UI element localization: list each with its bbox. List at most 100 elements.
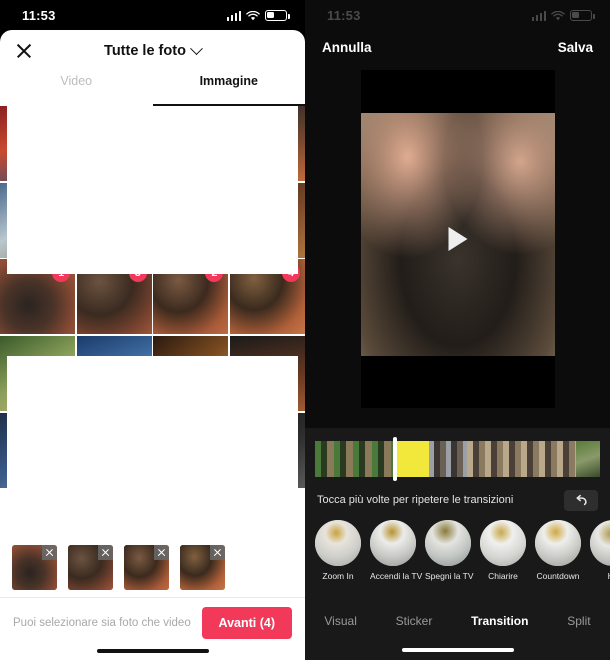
timeline-clip-selected[interactable] [393,441,429,477]
photo-cell-selected[interactable]: 4 [229,259,305,335]
photo-thumbnail [0,412,76,488]
tab-immagine[interactable]: Immagine [152,72,306,106]
photo-cell[interactable] [0,412,76,488]
picker-footer: Puoi selezionare sia foto che video Avan… [0,598,305,660]
play-icon[interactable] [448,227,467,251]
clip-thumbnail [576,441,600,477]
photo-thumbnail [229,335,305,411]
next-button[interactable]: Avanti (4) [201,607,292,639]
remove-selection-icon[interactable] [154,545,169,560]
status-bar-left: 11:53 [0,0,305,30]
tab-transition[interactable]: Transition [471,614,528,628]
home-indicator [401,647,514,652]
remove-selection-icon[interactable] [210,545,225,560]
transition-preview [590,520,610,566]
photo-cell[interactable] [153,106,229,182]
photo-cell[interactable] [76,182,152,258]
photo-cell[interactable] [229,106,305,182]
photo-cell[interactable] [153,335,229,411]
tray-item[interactable] [12,545,57,590]
transition-thumbnail [370,520,416,566]
transition-thumbnail [535,520,581,566]
photo-cell[interactable] [153,182,229,258]
transition-countdown[interactable]: Countdown [535,520,581,581]
undo-icon[interactable] [564,489,598,511]
battery-icon [265,9,290,21]
clip-thumbnail [315,441,393,477]
photo-thumbnail [229,412,305,488]
photo-thumbnail [153,106,229,182]
photo-cell[interactable] [76,106,152,182]
transition-preview [315,520,361,566]
transition-thumbnail [425,520,471,566]
transition-preview [425,520,471,566]
timeline[interactable] [315,435,600,483]
photo-cell-selected[interactable]: 3 [76,259,152,335]
picker-header: Tutte le foto [0,30,305,72]
photo-cell[interactable] [0,335,76,411]
photo-thumbnail [153,182,229,258]
transition-ho[interactable]: Ho [590,520,610,581]
tray-item[interactable] [68,545,113,590]
photo-cell[interactable] [229,335,305,411]
transition-label: Chiarire [488,571,518,581]
transition-hint: Tocca più volte per ripetere le transizi… [317,494,514,506]
timeline-clip[interactable] [576,441,600,477]
photo-picker-screen: 11:53 Tutte le foto Video Immagine 1 3 2… [0,0,305,660]
photo-cell[interactable] [153,412,229,488]
photo-cell[interactable] [0,182,76,258]
photo-thumbnail [0,106,76,182]
wifi-icon [551,10,565,21]
dual-phone-screenshot: 11:53 Tutte le foto Video Immagine 1 3 2… [0,0,610,660]
editor-bottom-panel: Tocca più volte per ripetere le transizi… [305,428,610,660]
cellular-signal-icon [226,11,241,21]
photo-cell-selected[interactable]: 1 [0,259,76,335]
tab-visual[interactable]: Visual [324,614,356,628]
status-time: 11:53 [22,7,56,23]
timeline-clip[interactable] [467,441,576,477]
status-time: 11:53 [327,7,361,23]
photo-cell[interactable] [76,412,152,488]
save-button[interactable]: Salva [558,40,593,55]
transition-accendi-tv[interactable]: Accendi la TV [370,520,422,581]
transition-label: Ho [590,571,610,581]
remove-selection-icon[interactable] [98,545,113,560]
tab-sticker[interactable]: Sticker [396,614,433,628]
photo-cell[interactable] [229,412,305,488]
timeline-clip[interactable] [315,441,393,477]
transition-zoom-in[interactable]: Zoom In [315,520,361,581]
photo-grid[interactable]: 1 3 2 4 [0,106,305,538]
tray-item[interactable] [124,545,169,590]
transition-list[interactable]: Zoom In Accendi la TV Spegni la TV Chiar… [305,513,610,581]
transition-chiarire[interactable]: Chiarire [480,520,526,581]
clip-thumbnail [467,441,576,477]
editor-toolbar: Annulla Salva [305,30,610,64]
photo-cell[interactable] [0,106,76,182]
transition-spegni-tv[interactable]: Spegni la TV [425,520,474,581]
status-bar-right: 11:53 [305,0,610,30]
cancel-button[interactable]: Annulla [322,40,372,55]
video-preview[interactable] [360,70,555,408]
close-icon[interactable] [14,41,34,61]
transition-label: Countdown [536,571,580,581]
picker-sheet: Tutte le foto Video Immagine 1 3 2 4 Puo… [0,30,305,660]
photo-grid-rows: 1 3 2 4 [0,106,305,488]
transition-preview [480,520,526,566]
remove-selection-icon[interactable] [42,545,57,560]
photo-cell-selected[interactable]: 2 [153,259,229,335]
wifi-icon [246,10,260,21]
tray-item[interactable] [180,545,225,590]
photo-cell[interactable] [229,182,305,258]
photo-cell[interactable] [76,335,152,411]
timeline-track[interactable] [315,441,600,477]
album-selector[interactable]: Tutte le foto [104,41,203,59]
tab-video[interactable]: Video [0,72,153,102]
photo-thumbnail [229,182,305,258]
tab-split[interactable]: Split [567,614,590,628]
playhead-handle[interactable] [393,437,397,481]
timeline-clip[interactable] [429,441,467,477]
selection-badge[interactable]: 3 [128,264,147,283]
photo-thumbnail [0,335,76,411]
photo-thumbnail [153,335,229,411]
video-editor-screen: 11:53 Annulla Salva Tocca più volte per … [305,0,610,660]
